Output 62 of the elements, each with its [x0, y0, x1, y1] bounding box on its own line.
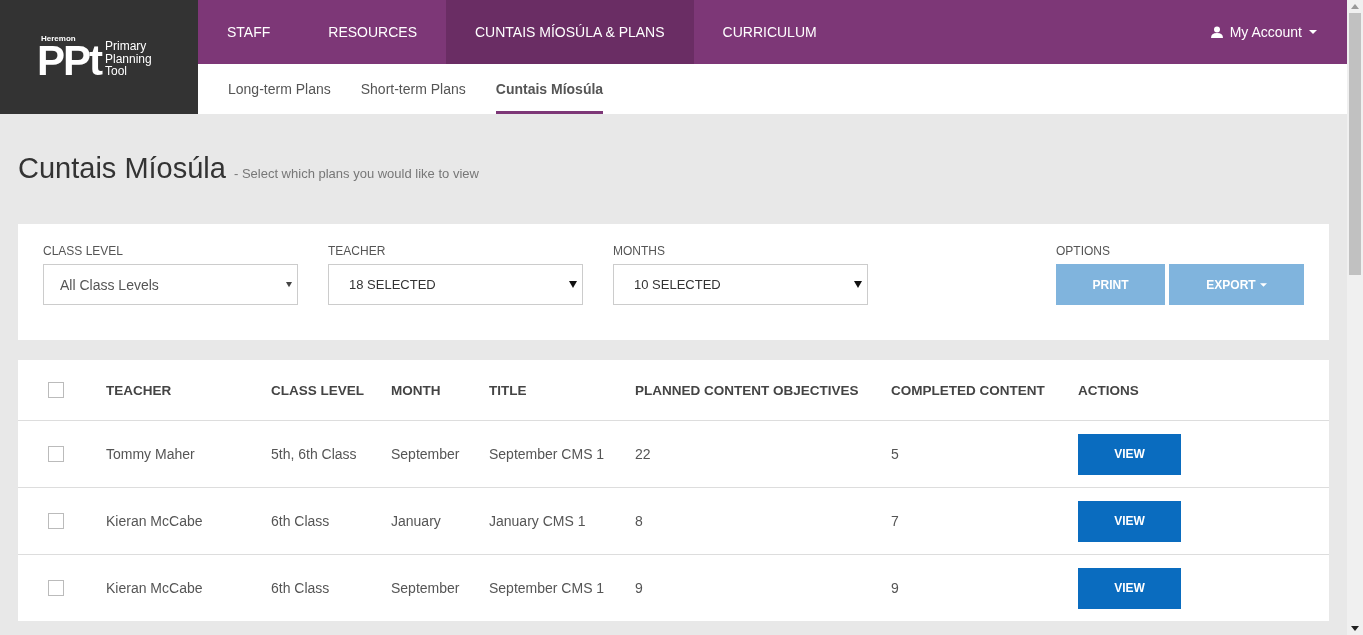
- row-checkbox[interactable]: [48, 580, 64, 596]
- caret-icon: [1309, 29, 1317, 35]
- nav-tab[interactable]: RESOURCES: [299, 0, 446, 64]
- row-checkbox[interactable]: [48, 513, 64, 529]
- logo-mark: PPt: [37, 43, 101, 79]
- caret-icon: [1259, 282, 1267, 287]
- filter-select[interactable]: 10 SELECTED: [613, 264, 868, 305]
- dropdown-arrow-icon: [854, 281, 862, 288]
- table-cell-text: 9: [635, 580, 644, 596]
- table-cell-text: 22: [635, 446, 652, 462]
- account-menu[interactable]: My Account: [1210, 0, 1347, 64]
- table-cell-text: 8: [635, 513, 644, 529]
- table-cell-text: 9: [891, 580, 900, 596]
- table-cell-text: 7: [891, 513, 900, 529]
- scrollbar[interactable]: [1347, 0, 1363, 635]
- table-cell-text: Tommy Maher: [106, 446, 196, 462]
- column-header: MONTH: [391, 382, 442, 398]
- filter-label: TEACHER: [328, 244, 387, 258]
- row-checkbox[interactable]: [48, 446, 64, 462]
- column-header: TITLE: [489, 382, 528, 398]
- table-cell-text: January: [391, 513, 442, 529]
- filter-label: CLASS LEVEL: [43, 244, 125, 258]
- filter-select[interactable]: All Class Levels: [43, 264, 298, 305]
- table-cell-text: 5th, 6th Class: [271, 446, 358, 462]
- view-button[interactable]: VIEW: [1078, 567, 1181, 609]
- filter-select[interactable]: 18 SELECTED: [328, 264, 583, 305]
- page-subtitle: - Select which plans you would like to view: [233, 166, 479, 181]
- table-cell-text: Kieran McCabe: [106, 513, 204, 529]
- logo-brand: Heremon: [41, 35, 77, 43]
- nav-tab[interactable]: CUNTAIS MÍOSÚLA & PLANS: [446, 0, 694, 64]
- view-button[interactable]: VIEW: [1078, 433, 1181, 475]
- column-header: PLANNED CONTENT OBJECTIVES: [635, 382, 860, 398]
- column-header: COMPLETED CONTENT: [891, 382, 1046, 398]
- select-all-checkbox[interactable]: [48, 382, 64, 398]
- column-header: ACTIONS: [1078, 382, 1140, 398]
- scrollbar-thumb[interactable]: [1349, 13, 1361, 275]
- sub-nav-tab[interactable]: Cuntais Míosúla: [495, 64, 604, 114]
- filter-label: MONTHS: [613, 244, 666, 258]
- table-cell-text: September CMS 1: [489, 580, 606, 596]
- table-cell-text: January CMS 1: [489, 513, 587, 529]
- user-icon: [1210, 26, 1223, 38]
- table-cell-text: September: [391, 580, 461, 596]
- column-header: TEACHER: [106, 382, 173, 398]
- scroll-up-icon: [1351, 4, 1359, 9]
- table-cell-text: 6th Class: [271, 580, 331, 596]
- dropdown-arrow-icon: [286, 281, 292, 288]
- table-cell-text: September CMS 1: [489, 446, 606, 462]
- nav-tab[interactable]: CURRICULUM: [693, 0, 846, 64]
- dropdown-arrow-icon: [569, 281, 577, 288]
- sub-nav-tab[interactable]: Long-term Plans: [228, 64, 331, 114]
- table-cell-text: 6th Class: [271, 513, 331, 529]
- options-label: OPTIONS: [1056, 244, 1111, 258]
- table-cell-text: 5: [891, 446, 900, 462]
- page-title: Cuntais Míosúla: [18, 152, 226, 185]
- view-button[interactable]: VIEW: [1078, 500, 1181, 542]
- table-cell-text: September: [391, 446, 461, 462]
- scroll-down-icon: [1351, 626, 1359, 631]
- logo-name: Primary Planning Tool: [105, 40, 153, 78]
- column-header: CLASS LEVEL: [271, 382, 365, 398]
- table-cell-text: Kieran McCabe: [106, 580, 204, 596]
- nav-tab[interactable]: STAFF: [198, 0, 300, 64]
- sub-nav-tab[interactable]: Short-term Plans: [360, 64, 466, 114]
